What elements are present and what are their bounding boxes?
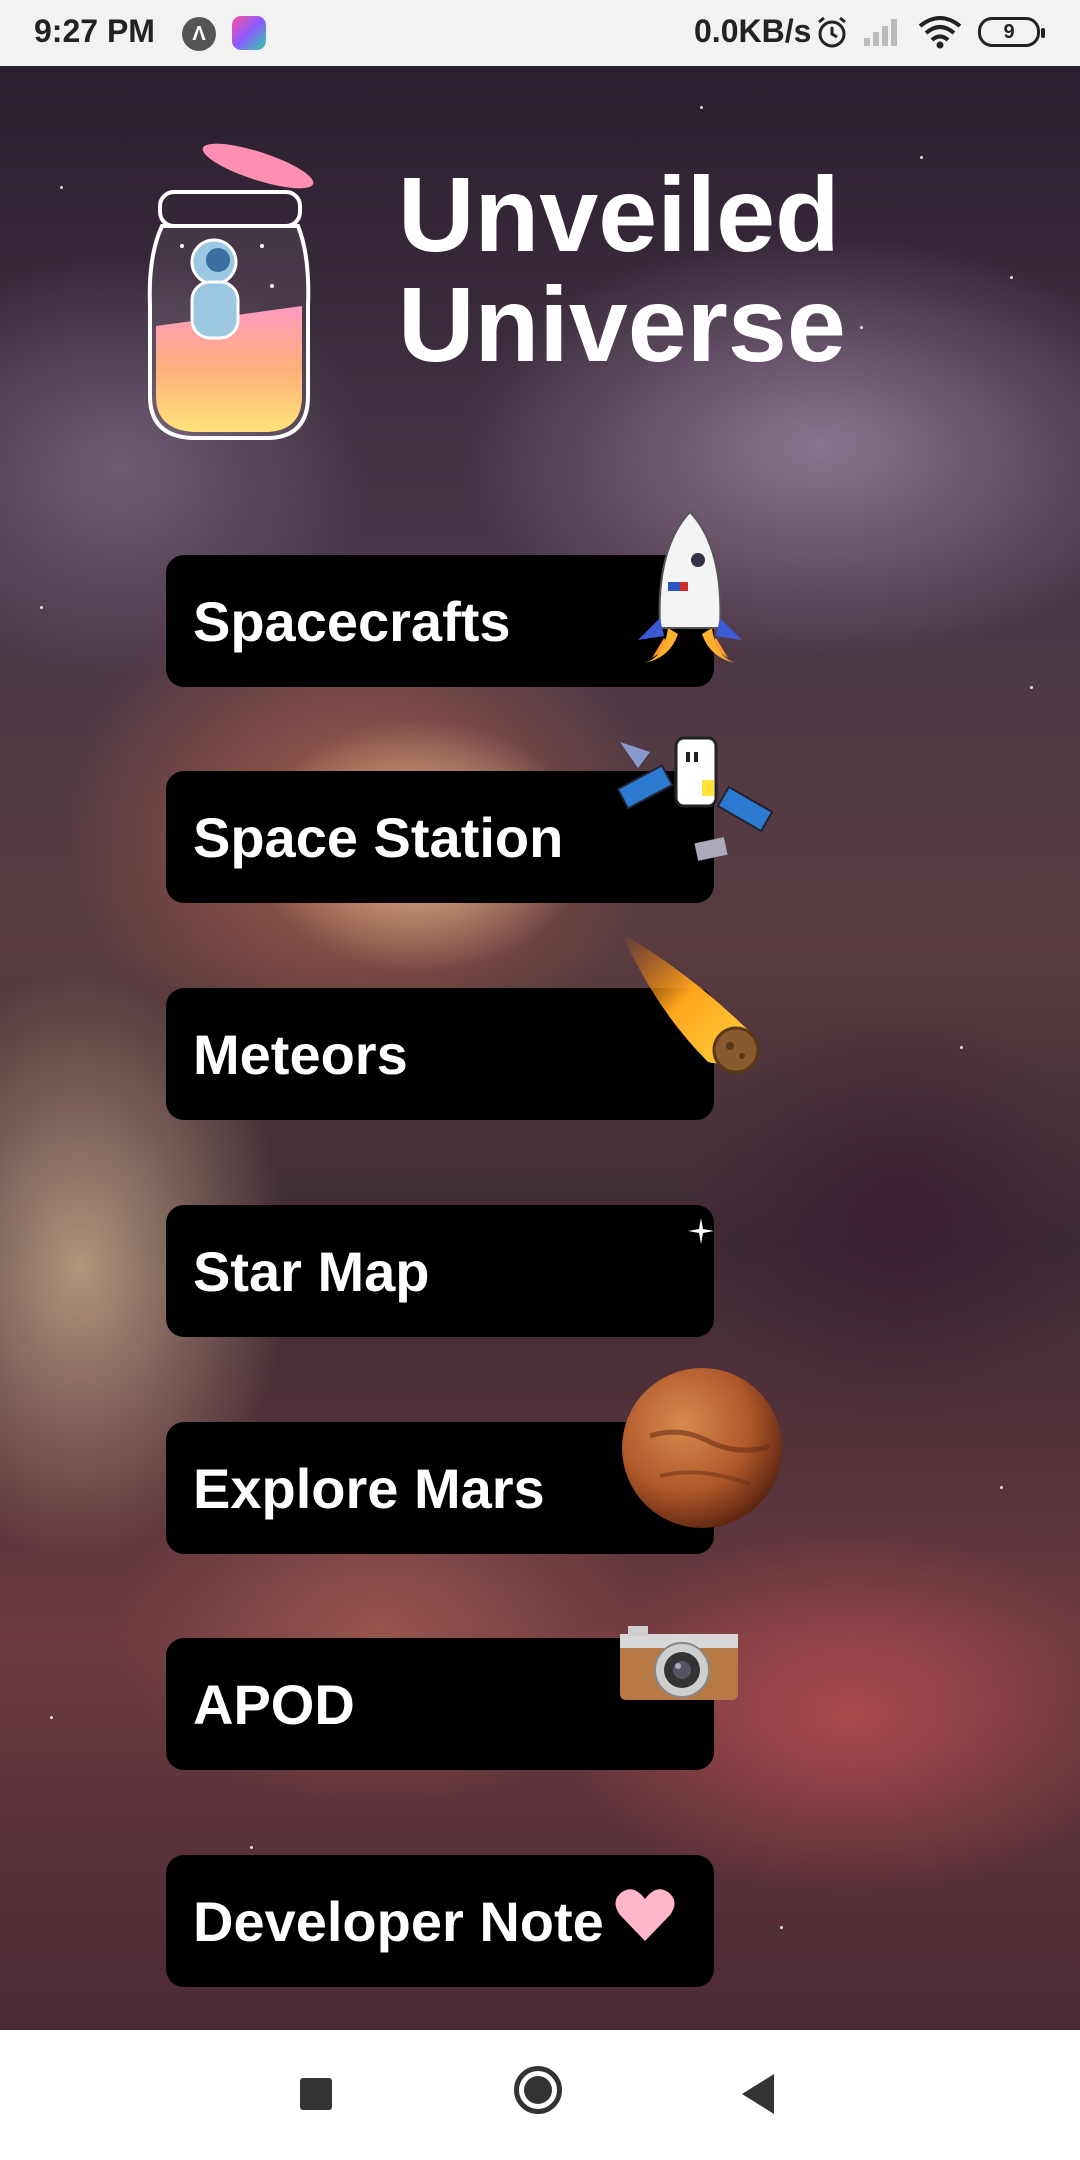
- astronaut-jar-icon: [147, 143, 314, 440]
- app-a-icon: Λ: [182, 17, 216, 51]
- signal-icon: [864, 19, 897, 46]
- sparkle-star-icon: [688, 1218, 714, 1244]
- star-dot: [700, 106, 703, 109]
- star-dot: [40, 606, 43, 609]
- spacecrafts-label: Spacecrafts: [193, 589, 511, 653]
- network-speed: 0.0KB/s: [694, 13, 812, 49]
- recents-square-icon[interactable]: [300, 2078, 332, 2110]
- rocket-icon: [638, 510, 742, 663]
- meteors-label: Meteors: [193, 1022, 408, 1086]
- wifi-icon: [918, 16, 962, 49]
- star-dot: [1000, 1486, 1003, 1489]
- app-title-line1: Unveiled: [398, 156, 840, 274]
- alarm-icon: [818, 16, 846, 48]
- meteor-icon: [622, 934, 760, 1074]
- star-map-label: Star Map: [193, 1239, 430, 1303]
- heart-icon: [615, 1889, 675, 1941]
- apod-label: APOD: [193, 1672, 355, 1736]
- home-circle-icon[interactable]: [514, 2066, 562, 2114]
- star-dot: [250, 1846, 253, 1849]
- status-bar: 9:27 PM Λ 0.0KB/s 9: [0, 0, 1080, 66]
- star-dot: [960, 1046, 963, 1049]
- star-dot: [60, 186, 63, 189]
- space-station-label: Space Station: [193, 805, 564, 869]
- star-map-button[interactable]: Star Map: [166, 1205, 714, 1337]
- star-dot: [780, 1926, 783, 1929]
- star-dot: [1010, 276, 1013, 279]
- satellite-icon: [616, 736, 774, 861]
- status-time: 9:27 PM: [34, 13, 155, 49]
- app-title-line2: Universe: [398, 266, 846, 384]
- developer-note-label: Developer Note: [193, 1889, 604, 1953]
- app-b-icon: [232, 16, 266, 50]
- app-title: Unveiled Universe: [398, 160, 958, 380]
- battery-icon: 9: [978, 17, 1045, 47]
- star-dot: [50, 1716, 53, 1719]
- star-dot: [920, 156, 923, 159]
- camera-icon: [620, 1626, 738, 1700]
- star-dot: [1030, 686, 1033, 689]
- explore-mars-label: Explore Mars: [193, 1456, 545, 1520]
- system-nav-bar: [0, 2030, 1080, 2160]
- back-triangle-icon[interactable]: [742, 2074, 774, 2114]
- mars-planet-icon: [622, 1368, 782, 1528]
- app-screen: 9:27 PM Λ 0.0KB/s 9 Unveiled Universe Sp…: [0, 0, 1080, 2160]
